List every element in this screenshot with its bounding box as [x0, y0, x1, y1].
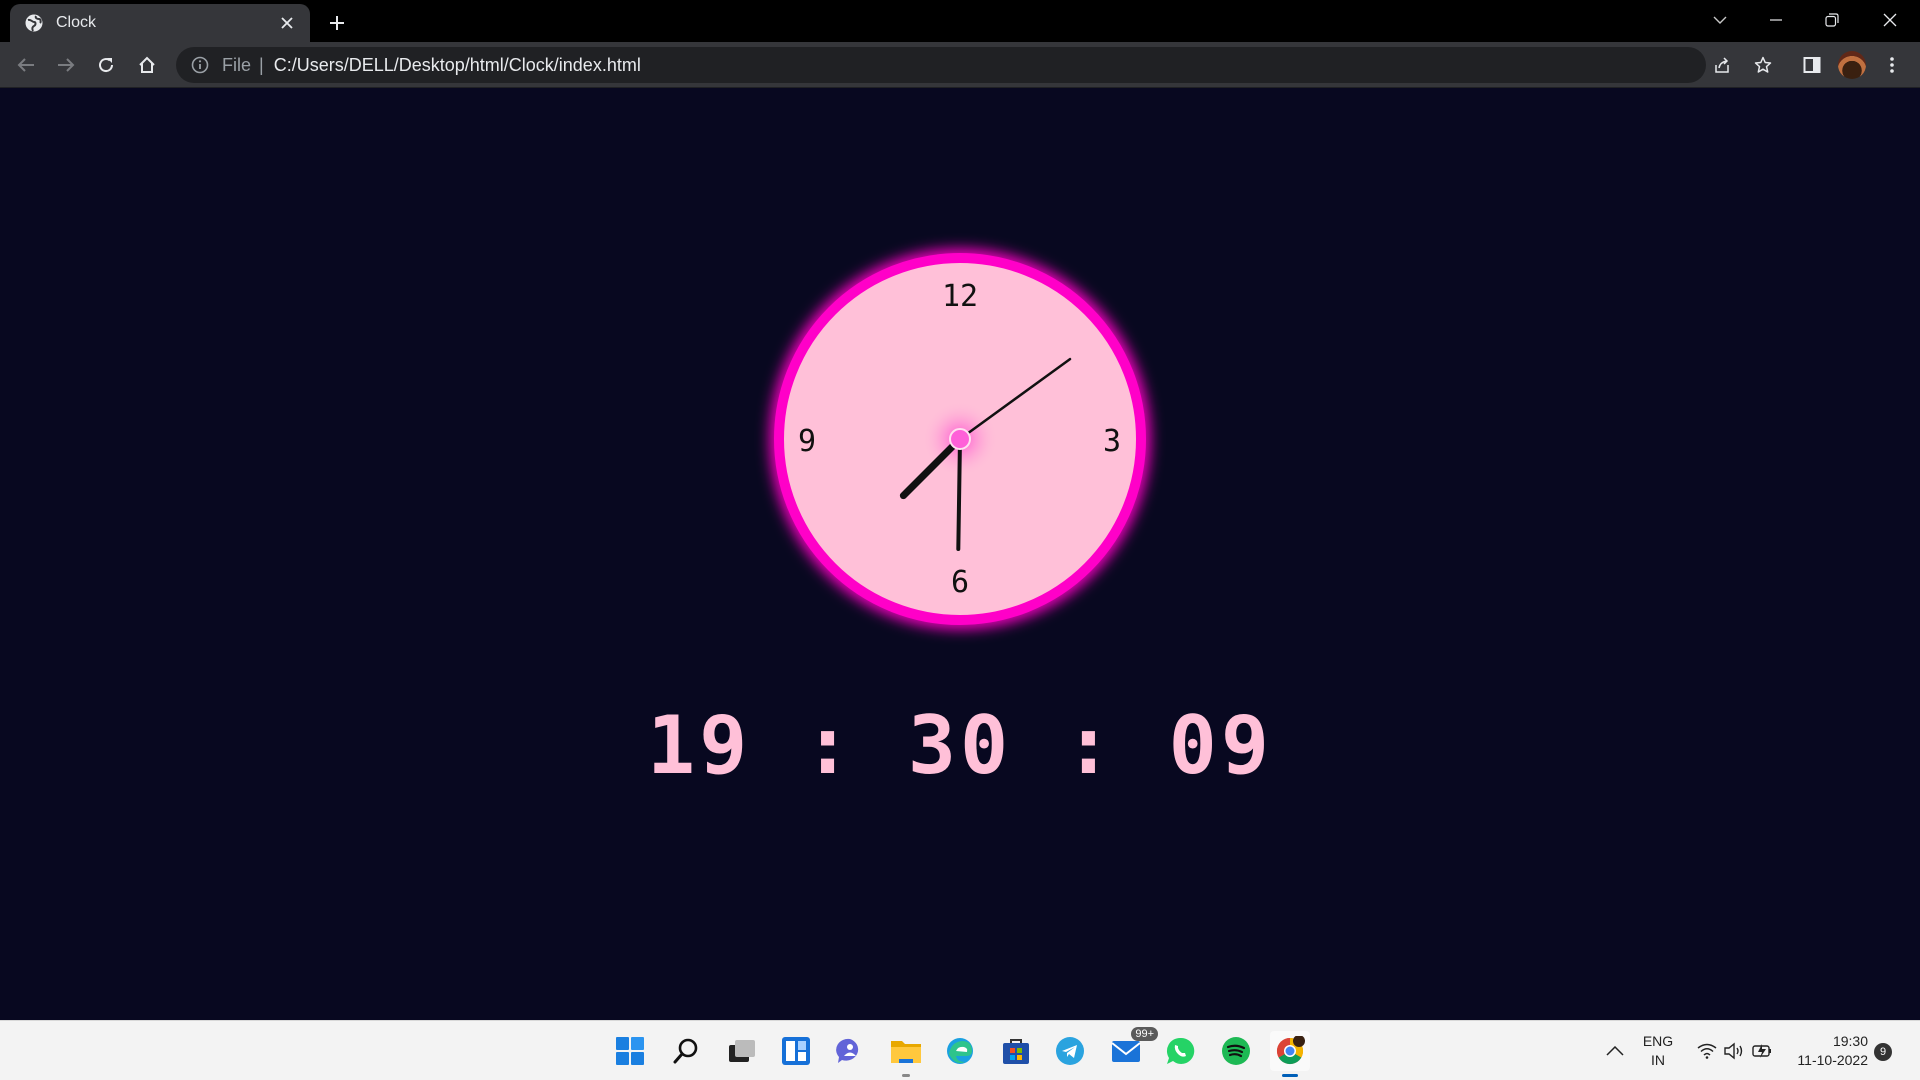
close-window-button[interactable]: [1862, 0, 1918, 40]
chrome-button[interactable]: [1270, 1031, 1310, 1077]
teams-chat-icon: [836, 1038, 859, 1063]
edge-icon: [947, 1038, 973, 1064]
digital-hours: 19: [646, 699, 752, 792]
center-pin: [949, 428, 971, 450]
share-button[interactable]: [1706, 49, 1738, 81]
digital-separator-1: :: [803, 699, 856, 792]
browser-tab-strip: Clock: [0, 0, 1920, 42]
spotify-button[interactable]: [1216, 1031, 1256, 1071]
widgets-icon: [782, 1037, 810, 1065]
close-tab-icon[interactable]: [276, 12, 298, 34]
bookmark-button[interactable]: [1747, 49, 1779, 81]
tray-time: 19:30: [1832, 1033, 1868, 1049]
wifi-icon: [1697, 1043, 1717, 1059]
language-line-1: ENG: [1642, 1033, 1674, 1049]
chevron-down-icon: [1713, 16, 1727, 24]
file-explorer-button[interactable]: [886, 1031, 926, 1077]
volume-icon: [1724, 1042, 1743, 1060]
telegram-button[interactable]: [1050, 1031, 1090, 1071]
analog-clock: 12 3 6 9: [770, 249, 1150, 629]
digital-separator-2: :: [1064, 699, 1117, 792]
digital-seconds: 09: [1168, 699, 1273, 792]
battery-icon: [1752, 1044, 1771, 1058]
mail-badge: 99+: [1131, 1027, 1158, 1041]
url-text[interactable]: C:/Users/DELL/Desktop/html/Clock/index.h…: [274, 55, 641, 76]
globe-icon: [25, 14, 43, 32]
clock-tray[interactable]: 19:30 11-10-2022: [1786, 1032, 1868, 1070]
start-icon: [616, 1037, 644, 1065]
numeral-6: 6: [951, 565, 969, 600]
active-indicator: [1282, 1074, 1298, 1077]
teams-chat-button[interactable]: [830, 1031, 870, 1071]
page-content: 12 3 6 9 19 : 30 : 09: [0, 89, 1920, 1020]
profile-avatar[interactable]: [1838, 51, 1866, 79]
side-panel-button[interactable]: [1796, 49, 1828, 81]
restore-button[interactable]: [1804, 0, 1860, 40]
minute-hand: [956, 437, 962, 551]
numeral-9: 9: [798, 424, 816, 459]
whatsapp-button[interactable]: [1160, 1031, 1200, 1071]
numeral-3: 3: [1103, 424, 1121, 459]
minimize-icon: [1770, 19, 1782, 21]
search-icon: [673, 1038, 698, 1064]
show-hidden-icons-button[interactable]: [1595, 1031, 1635, 1071]
store-button[interactable]: [996, 1031, 1036, 1071]
running-indicator: [902, 1074, 910, 1077]
back-button[interactable]: [10, 49, 42, 81]
digital-minutes: 30: [907, 699, 1013, 792]
arrow-left-icon: [17, 58, 34, 72]
chrome-menu-button[interactable]: [1876, 49, 1908, 81]
mail-icon: [1111, 1041, 1141, 1062]
reload-icon: [99, 58, 114, 73]
close-icon: [1883, 13, 1897, 27]
chrome-icon: [1276, 1036, 1305, 1065]
tab-search-button[interactable]: [1692, 0, 1748, 40]
restore-icon: [1825, 13, 1839, 27]
kebab-menu-icon: [1890, 57, 1894, 73]
browser-toolbar: File | C:/Users/DELL/Desktop/html/Clock/…: [0, 42, 1920, 88]
side-panel-icon: [1803, 57, 1821, 73]
taskbar: 99+ ENG IN 19:30 11-10-2022 9: [0, 1020, 1920, 1080]
reload-button[interactable]: [90, 49, 122, 81]
whatsapp-icon: [1166, 1037, 1195, 1064]
tray-date: 11-10-2022: [1797, 1052, 1868, 1068]
spotify-icon: [1222, 1037, 1250, 1065]
arrow-right-icon: [58, 58, 75, 72]
start-button[interactable]: [610, 1031, 650, 1071]
edge-button[interactable]: [940, 1031, 980, 1071]
home-icon: [139, 56, 155, 73]
language-line-2: IN: [1651, 1052, 1665, 1068]
numeral-12: 12: [942, 279, 978, 314]
telegram-icon: [1056, 1037, 1084, 1065]
mail-button[interactable]: 99+: [1106, 1027, 1158, 1071]
task-view-button[interactable]: [722, 1031, 762, 1071]
share-icon: [1715, 57, 1729, 73]
star-icon: [1754, 56, 1772, 73]
browser-tab[interactable]: Clock: [10, 4, 310, 42]
new-tab-button[interactable]: [322, 8, 352, 38]
scheme-label: File: [222, 54, 252, 75]
widgets-button[interactable]: [776, 1031, 816, 1071]
file-explorer-icon: [891, 1041, 921, 1063]
quick-settings-button[interactable]: [1694, 1031, 1778, 1071]
store-icon: [1003, 1039, 1029, 1064]
digital-time: 19 : 30 : 09: [0, 699, 1920, 792]
forward-button[interactable]: [50, 49, 82, 81]
info-icon[interactable]: [190, 55, 210, 75]
search-button[interactable]: [666, 1031, 706, 1071]
language-indicator[interactable]: ENG IN: [1638, 1032, 1678, 1070]
minimize-button[interactable]: [1748, 0, 1804, 40]
home-button[interactable]: [131, 49, 163, 81]
address-bar[interactable]: File | C:/Users/DELL/Desktop/html/Clock/…: [176, 47, 1772, 83]
clock-face-svg: 12 3 6 9: [770, 249, 1150, 629]
chevron-up-icon: [1606, 1046, 1624, 1056]
notification-badge[interactable]: 9: [1874, 1043, 1892, 1061]
tab-title: Clock: [56, 14, 97, 31]
omnibox-separator: |: [259, 54, 264, 75]
plus-icon: [330, 16, 344, 30]
task-view-icon: [729, 1040, 755, 1062]
